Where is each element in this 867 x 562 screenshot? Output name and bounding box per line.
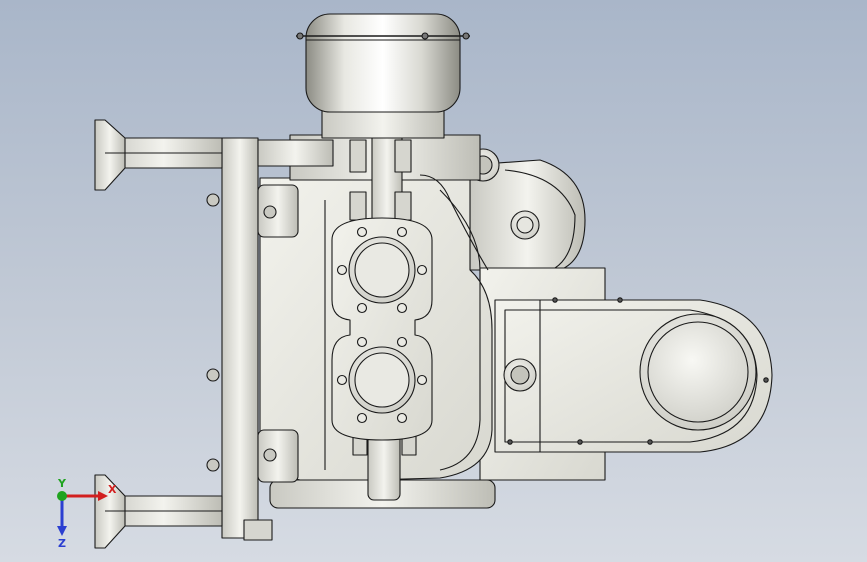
y-axis-label: Y [57,477,67,490]
gearbox-model[interactable] [0,0,867,562]
coordinate-triad: X Y Z [57,477,117,550]
graphics-viewport[interactable]: X Y Z [0,0,867,562]
z-axis-arrow [57,496,67,536]
x-axis-arrow [62,491,108,501]
z-axis-label: Z [58,537,66,550]
top-cap [296,13,470,139]
x-axis-label: X [108,483,117,496]
lifting-eye-lower [503,358,537,392]
y-axis-marker [57,491,67,501]
